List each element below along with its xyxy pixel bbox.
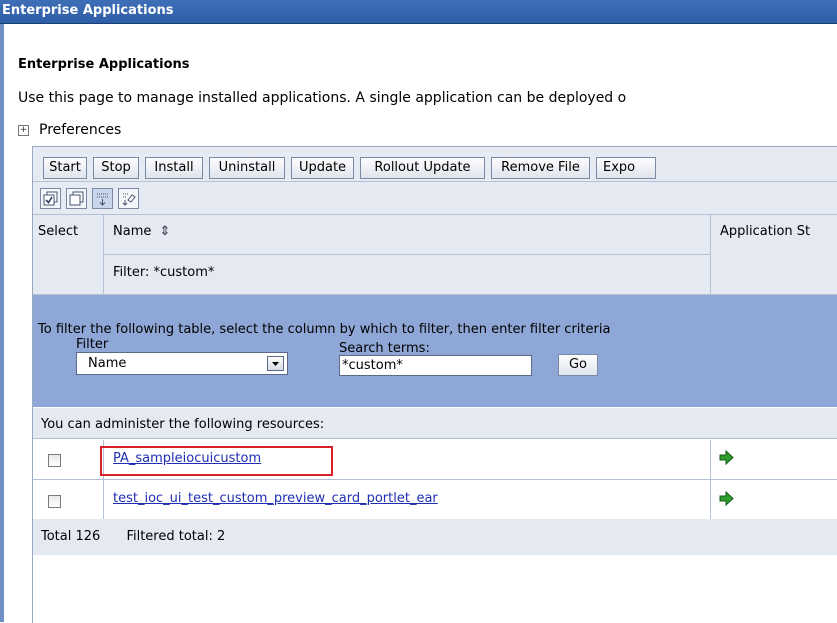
uninstall-button[interactable]: Uninstall	[209, 157, 285, 179]
page-heading: Enterprise Applications	[18, 57, 190, 72]
filtered-total-count: Filtered total: 2	[126, 529, 226, 544]
frame-border	[0, 24, 4, 622]
table-row: PA_sampleiocuicustom	[33, 440, 837, 480]
deselect-all-icon[interactable]	[66, 188, 87, 209]
started-arrow-icon	[719, 490, 734, 510]
total-count: Total 126	[41, 529, 101, 544]
table-footer: Total 126 Filtered total: 2	[33, 519, 837, 555]
sort-icon[interactable]: ⇕	[160, 224, 171, 239]
started-arrow-icon	[719, 449, 734, 469]
install-button[interactable]: Install	[145, 157, 203, 179]
expand-icon[interactable]: +	[18, 124, 29, 136]
current-filter-label: Filter: *custom*	[113, 265, 215, 280]
highlight-box	[100, 446, 333, 476]
applications-panel: Start Stop Install Uninstall Update Roll…	[32, 146, 837, 623]
table-row: test_ioc_ui_test_custom_preview_card_por…	[33, 480, 837, 520]
action-toolbar: Start Stop Install Uninstall Update Roll…	[33, 147, 837, 182]
chevron-down-icon[interactable]	[267, 356, 284, 371]
page-description: Use this page to manage installed applic…	[18, 90, 627, 106]
filter-panel: To filter the following table, select th…	[33, 295, 837, 407]
filter-instructions: To filter the following table, select th…	[38, 322, 611, 337]
filter-label: Filter	[76, 337, 109, 352]
row-select-checkbox[interactable]	[48, 454, 61, 467]
select-column-header: Select	[38, 224, 79, 239]
search-terms-label: Search terms:	[339, 341, 430, 356]
preferences-label[interactable]: Preferences	[39, 122, 121, 138]
table-header: Select Name ⇕ Application St Filter: *cu…	[33, 215, 837, 295]
status-column-header[interactable]: Application St	[720, 224, 810, 239]
column-divider	[103, 480, 104, 519]
search-terms-input[interactable]: *custom*	[339, 355, 532, 376]
window-title: Enterprise Applications	[0, 0, 837, 24]
go-button[interactable]: Go	[558, 354, 598, 376]
column-divider	[710, 440, 711, 479]
header-divider	[104, 254, 710, 255]
name-column-label[interactable]: Name	[113, 224, 151, 239]
resources-caption: You can administer the following resourc…	[33, 408, 837, 439]
start-button[interactable]: Start	[43, 157, 87, 179]
select-all-icon[interactable]	[40, 188, 61, 209]
stop-button[interactable]: Stop	[93, 157, 139, 179]
name-column-header[interactable]: Name ⇕	[113, 224, 170, 239]
preferences-toggle[interactable]: + Preferences	[18, 122, 121, 138]
icon-toolbar	[33, 182, 837, 215]
show-filter-icon[interactable]	[92, 188, 113, 209]
application-link[interactable]: test_ioc_ui_test_custom_preview_card_por…	[113, 491, 438, 506]
export-button[interactable]: Expo	[596, 157, 656, 179]
filter-column-value[interactable]: Name	[88, 356, 126, 371]
update-button[interactable]: Update	[291, 157, 354, 179]
filter-column-select[interactable]: Name	[76, 352, 288, 375]
clear-filter-icon[interactable]	[118, 188, 139, 209]
remove-file-button[interactable]: Remove File	[491, 157, 590, 179]
column-divider	[710, 480, 711, 519]
row-select-checkbox[interactable]	[48, 495, 61, 508]
column-divider	[710, 215, 711, 294]
rollout-update-button[interactable]: Rollout Update	[360, 157, 485, 179]
